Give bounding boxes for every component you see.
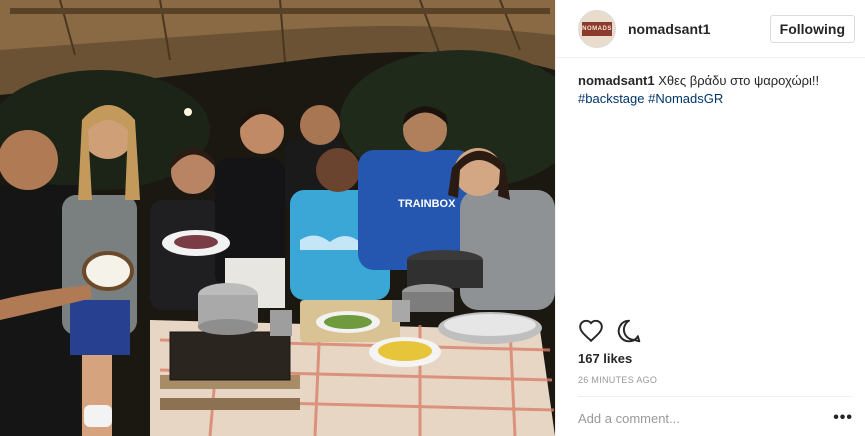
comment-icon[interactable] xyxy=(616,318,642,344)
post-header: NOMADS nomadsant1 Following xyxy=(556,0,865,58)
following-button[interactable]: Following xyxy=(769,14,855,43)
post-actions xyxy=(578,318,642,344)
post-photo[interactable]: TRAINBOX xyxy=(0,0,555,436)
likes-count[interactable]: 167 likes xyxy=(578,351,632,366)
username-link[interactable]: nomadsant1 xyxy=(628,21,770,37)
divider xyxy=(578,396,853,397)
post-timestamp[interactable]: 26 MINUTES AGO xyxy=(578,375,657,385)
comment-row: ••• xyxy=(578,400,853,436)
caption-username[interactable]: nomadsant1 xyxy=(578,73,655,88)
avatar[interactable]: NOMADS xyxy=(578,9,616,48)
post-caption: nomadsant1 Χθες βράδυ στο ψαροχώρι!! #ba… xyxy=(556,58,865,108)
avatar-logo: NOMADS xyxy=(582,21,612,36)
instagram-post: TRAINBOX NOMADS nomadsant1 Following nom… xyxy=(0,0,865,436)
hashtag-backstage[interactable]: #backstage xyxy=(578,91,645,106)
caption-text: Χθες βράδυ στο ψαροχώρι!! xyxy=(658,73,820,88)
comment-input[interactable] xyxy=(578,410,834,426)
heart-icon[interactable] xyxy=(578,318,604,344)
hashtag-nomadsgr[interactable]: #NomadsGR xyxy=(648,91,723,106)
more-options-icon[interactable]: ••• xyxy=(833,409,853,427)
post-sidebar: NOMADS nomadsant1 Following nomadsant1 Χ… xyxy=(555,0,865,436)
group-photo: TRAINBOX xyxy=(0,0,555,436)
shirt-text: TRAINBOX xyxy=(398,198,456,210)
